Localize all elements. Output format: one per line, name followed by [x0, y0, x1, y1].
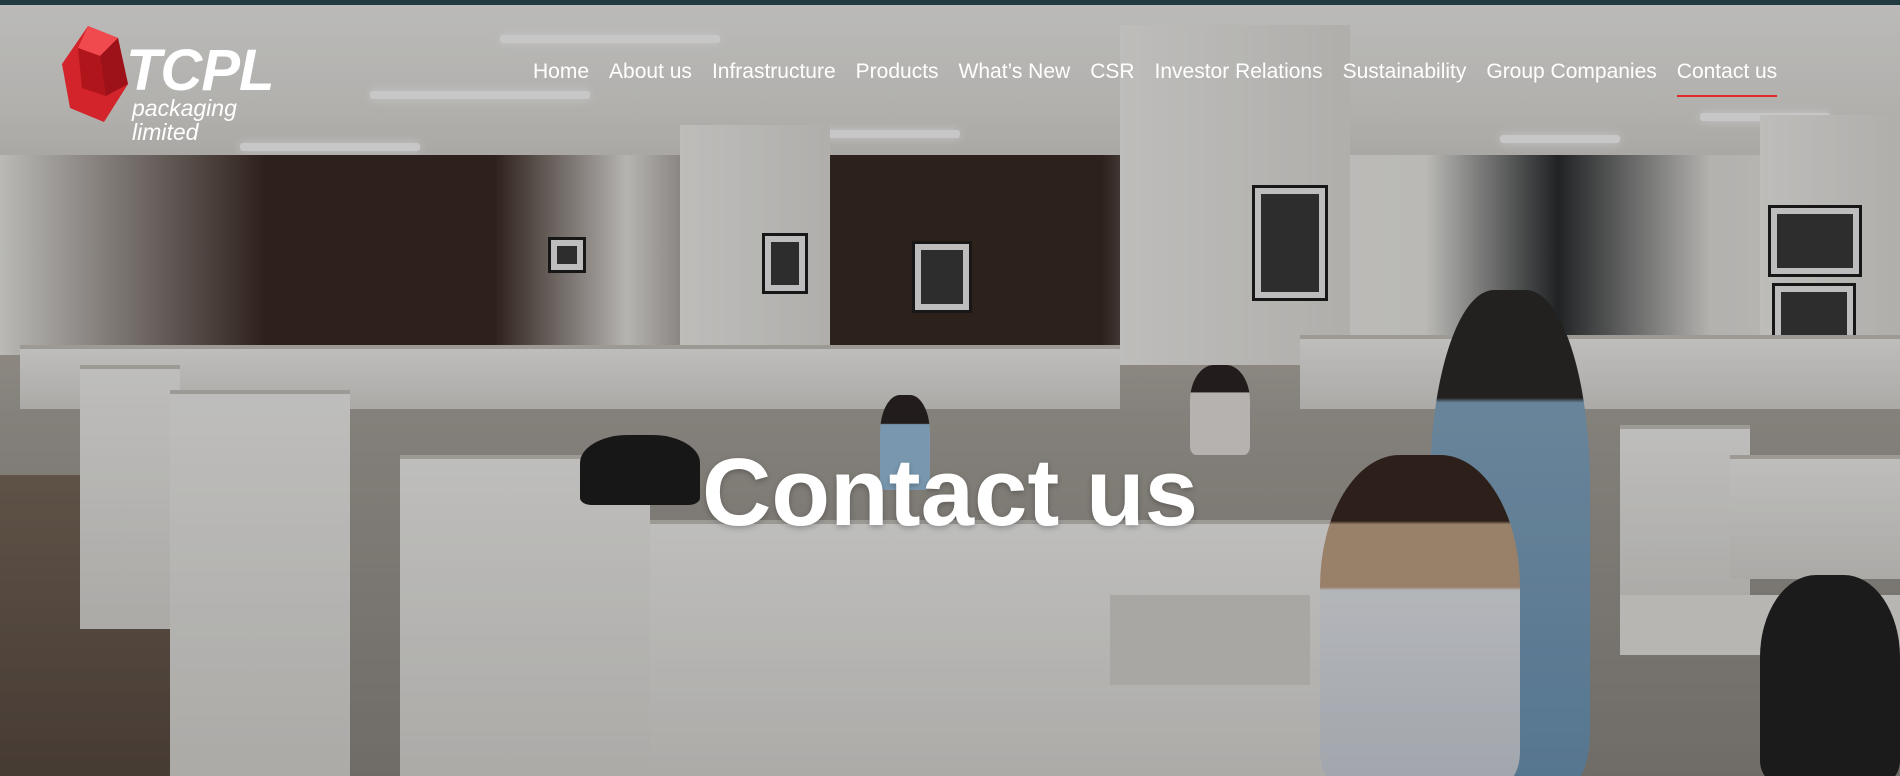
nav-sustainability[interactable]: Sustainability [1343, 58, 1467, 88]
tcpl-logo[interactable]: TCPL packaging limited [62, 26, 292, 144]
nav-whats-new[interactable]: What’s New [959, 58, 1071, 88]
nav-csr[interactable]: CSR [1090, 58, 1134, 88]
nav-contact-us[interactable]: Contact us [1676, 58, 1778, 97]
nav-about-us[interactable]: About us [609, 58, 692, 88]
page-title: Contact us [701, 439, 1199, 547]
main-navigation: Home About us Infrastructure Products Wh… [533, 58, 1778, 97]
logo-wordmark: TCPL [126, 38, 274, 103]
nav-investor-relations[interactable]: Investor Relations [1155, 58, 1323, 88]
nav-home[interactable]: Home [533, 58, 589, 88]
logo-tagline: packaging limited [132, 95, 237, 145]
top-accent-bar [0, 0, 1900, 5]
nav-infrastructure[interactable]: Infrastructure [712, 58, 836, 88]
nav-group-companies[interactable]: Group Companies [1486, 58, 1656, 88]
nav-products[interactable]: Products [856, 58, 939, 88]
logo-mark-icon [62, 26, 128, 122]
